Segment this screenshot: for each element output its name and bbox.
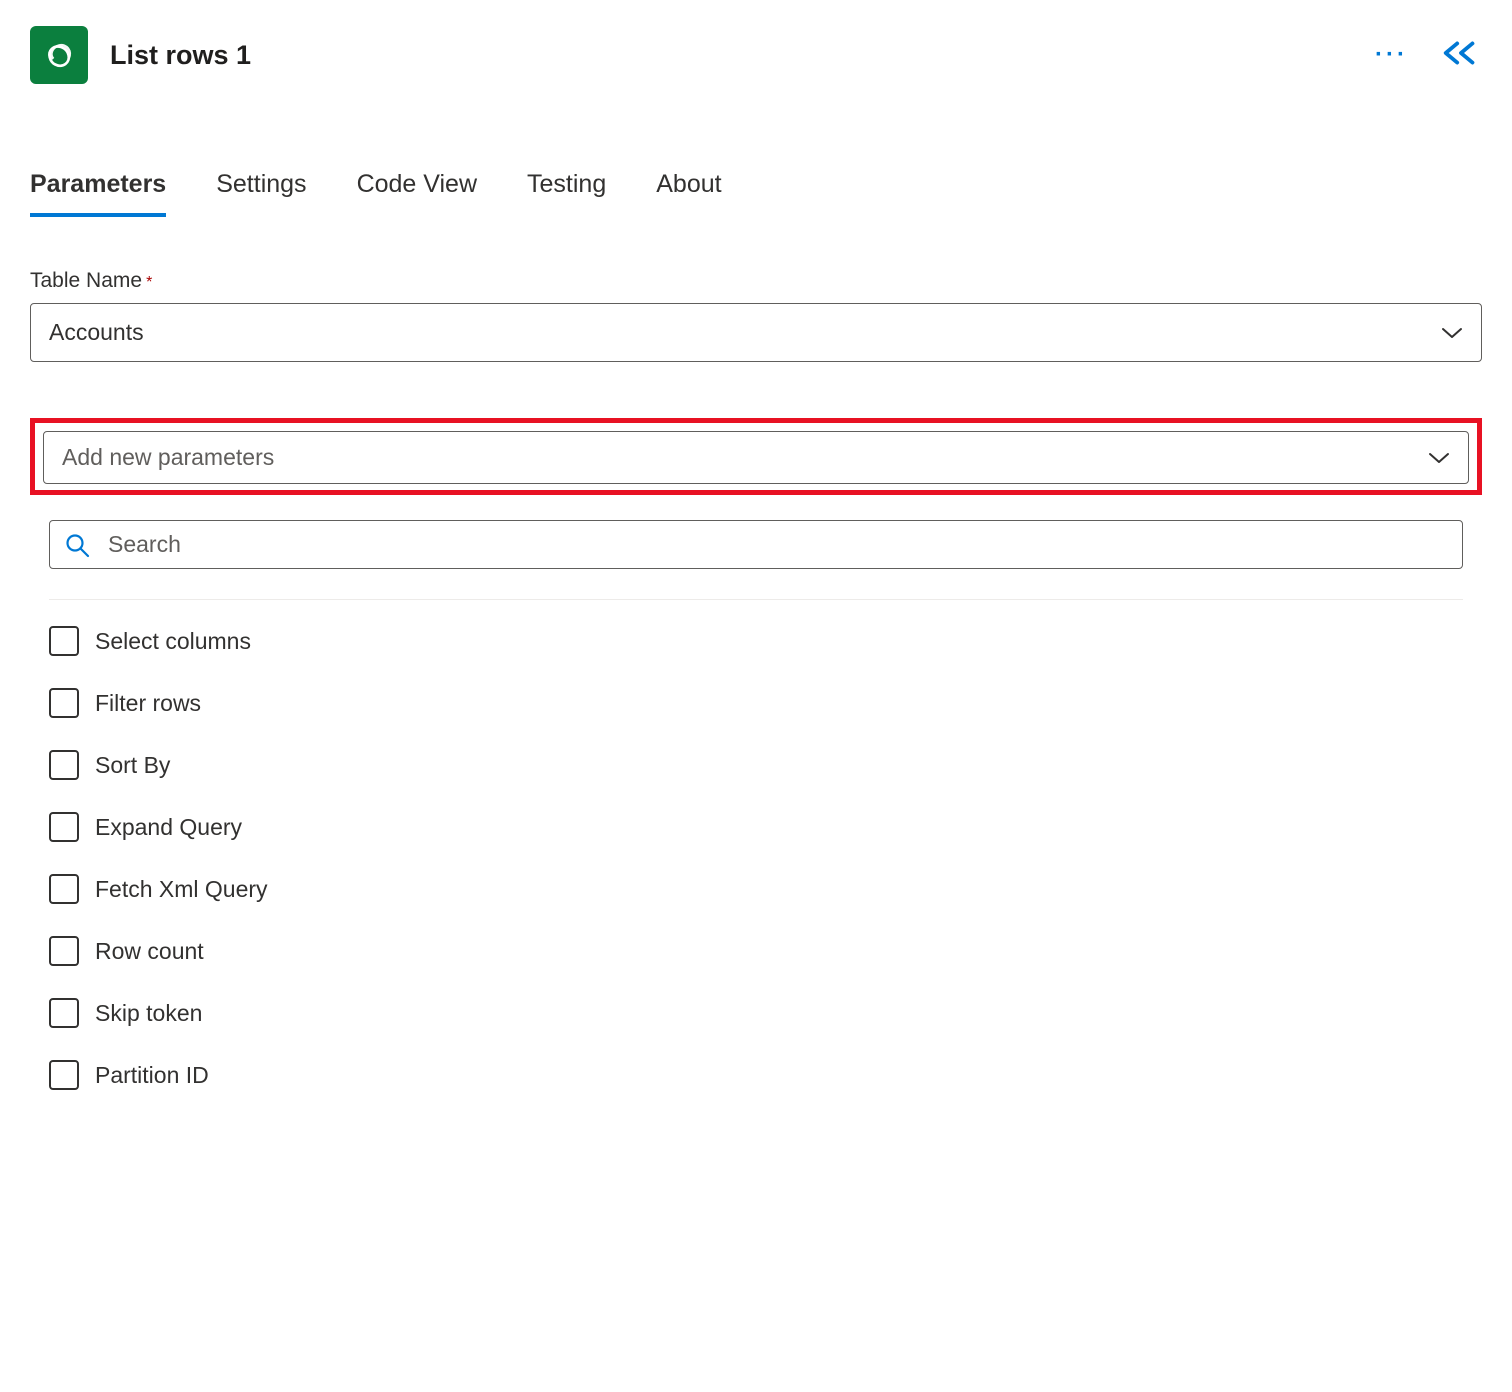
option-select-columns[interactable]: Select columns (49, 626, 1463, 656)
dataverse-connector-icon (30, 26, 88, 84)
option-label: Skip token (95, 1000, 202, 1027)
option-partition-id[interactable]: Partition ID (49, 1060, 1463, 1090)
add-parameters-highlight: Add new parameters (30, 418, 1482, 495)
tab-parameters[interactable]: Parameters (30, 170, 166, 217)
parameter-search-box[interactable] (49, 520, 1463, 569)
double-chevron-left-icon (1440, 39, 1482, 67)
checkbox[interactable] (49, 1060, 79, 1090)
option-skip-token[interactable]: Skip token (49, 998, 1463, 1028)
chevron-down-icon (1428, 451, 1450, 465)
collapse-panel-button[interactable] (1440, 39, 1482, 72)
checkbox[interactable] (49, 812, 79, 842)
option-row-count[interactable]: Row count (49, 936, 1463, 966)
table-name-select[interactable]: Accounts (30, 303, 1482, 362)
tab-code-view[interactable]: Code View (357, 170, 477, 217)
option-sort-by[interactable]: Sort By (49, 750, 1463, 780)
chevron-down-icon (1441, 326, 1463, 340)
action-title: List rows 1 (110, 40, 251, 71)
tab-settings[interactable]: Settings (216, 170, 306, 217)
required-indicator: * (146, 274, 152, 291)
table-name-label: Table Name (30, 269, 142, 293)
tab-testing[interactable]: Testing (527, 170, 606, 217)
checkbox[interactable] (49, 626, 79, 656)
option-fetch-xml-query[interactable]: Fetch Xml Query (49, 874, 1463, 904)
parameter-search-input[interactable] (108, 531, 1448, 558)
add-parameters-placeholder: Add new parameters (62, 444, 274, 471)
option-label: Fetch Xml Query (95, 876, 268, 903)
option-expand-query[interactable]: Expand Query (49, 812, 1463, 842)
parameters-dropdown-panel: Select columns Filter rows Sort By Expan… (30, 505, 1482, 1091)
parameter-options-list: Select columns Filter rows Sort By Expan… (49, 599, 1463, 1090)
header-actions: ··· (1375, 39, 1482, 72)
checkbox[interactable] (49, 750, 79, 780)
header-left: List rows 1 (30, 26, 251, 84)
checkbox[interactable] (49, 688, 79, 718)
tab-list: Parameters Settings Code View Testing Ab… (30, 170, 1482, 217)
checkbox[interactable] (49, 998, 79, 1028)
table-name-value: Accounts (49, 319, 144, 346)
search-icon (64, 532, 90, 558)
option-label: Sort By (95, 752, 170, 779)
option-label: Expand Query (95, 814, 242, 841)
table-name-field: Table Name* Accounts (30, 269, 1482, 362)
checkbox[interactable] (49, 936, 79, 966)
option-filter-rows[interactable]: Filter rows (49, 688, 1463, 718)
tab-about[interactable]: About (656, 170, 721, 217)
option-label: Filter rows (95, 690, 201, 717)
parameters-form: Table Name* Accounts Add new parameters (30, 269, 1482, 1091)
more-options-button[interactable]: ··· (1375, 43, 1408, 67)
panel-header: List rows 1 ··· (30, 20, 1482, 96)
add-new-parameters-dropdown[interactable]: Add new parameters (43, 431, 1469, 484)
option-label: Row count (95, 938, 204, 965)
checkbox[interactable] (49, 874, 79, 904)
option-label: Partition ID (95, 1062, 209, 1089)
option-label: Select columns (95, 628, 251, 655)
